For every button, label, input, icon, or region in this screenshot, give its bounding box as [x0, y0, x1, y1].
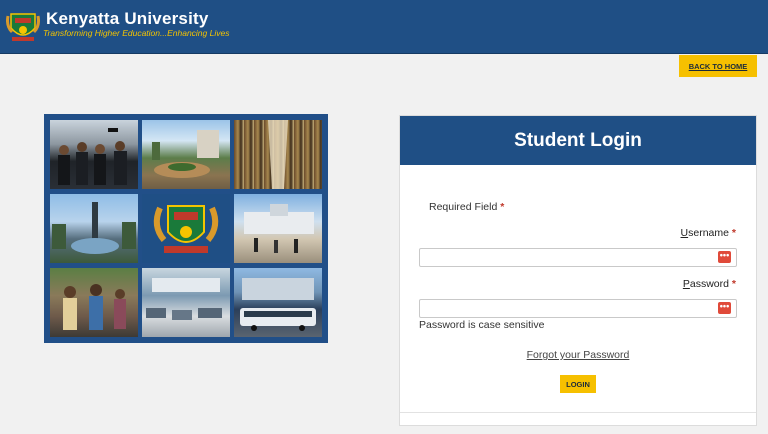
username-input[interactable] — [419, 248, 737, 267]
campus-roundabout-photo — [142, 120, 230, 189]
forgot-password-link[interactable]: Forgot your Password — [400, 349, 756, 361]
campus-bus-photo — [234, 268, 322, 337]
password-hint: Password is case sensitive — [419, 319, 545, 331]
username-required-star: * — [731, 227, 736, 239]
brand-name: Kenyatta University — [46, 9, 209, 28]
card-divider — [400, 412, 756, 413]
monument-fountain-photo — [50, 194, 138, 263]
top-header-bar: Kenyatta University Transforming Higher … — [0, 0, 768, 54]
username-label-text: sername — [688, 227, 729, 239]
library-photo — [234, 120, 322, 189]
graduation-photo — [50, 120, 138, 189]
password-label: Password * — [683, 278, 736, 290]
lecture-hall-photo — [142, 268, 230, 337]
password-manager-icon[interactable]: ••• — [718, 251, 731, 263]
brand-tagline: Transforming Higher Education...Enhancin… — [43, 28, 230, 38]
students-walking-photo — [50, 268, 138, 337]
password-required-star: * — [731, 278, 736, 290]
campus-building-photo — [234, 194, 322, 263]
password-label-text: assword — [689, 278, 729, 290]
password-input[interactable] — [419, 299, 737, 318]
login-form-card: Student Login Required Field * Username … — [399, 115, 757, 426]
required-field-note: Required Field * — [429, 201, 504, 213]
password-label-accesskey: P — [682, 278, 690, 290]
required-star: * — [500, 201, 505, 213]
username-label: Username * — [681, 227, 736, 239]
campus-photo-collage — [44, 114, 328, 343]
university-crest-icon[interactable] — [6, 8, 40, 44]
login-title: Student Login — [400, 116, 756, 165]
back-to-home-button[interactable]: BACK TO HOME — [679, 55, 757, 77]
required-field-text: Required Field — [429, 201, 498, 213]
password-manager-icon[interactable]: ••• — [718, 302, 731, 314]
university-crest — [142, 194, 230, 263]
login-button[interactable]: LOGIN — [560, 375, 596, 393]
username-label-accesskey: U — [680, 227, 689, 239]
